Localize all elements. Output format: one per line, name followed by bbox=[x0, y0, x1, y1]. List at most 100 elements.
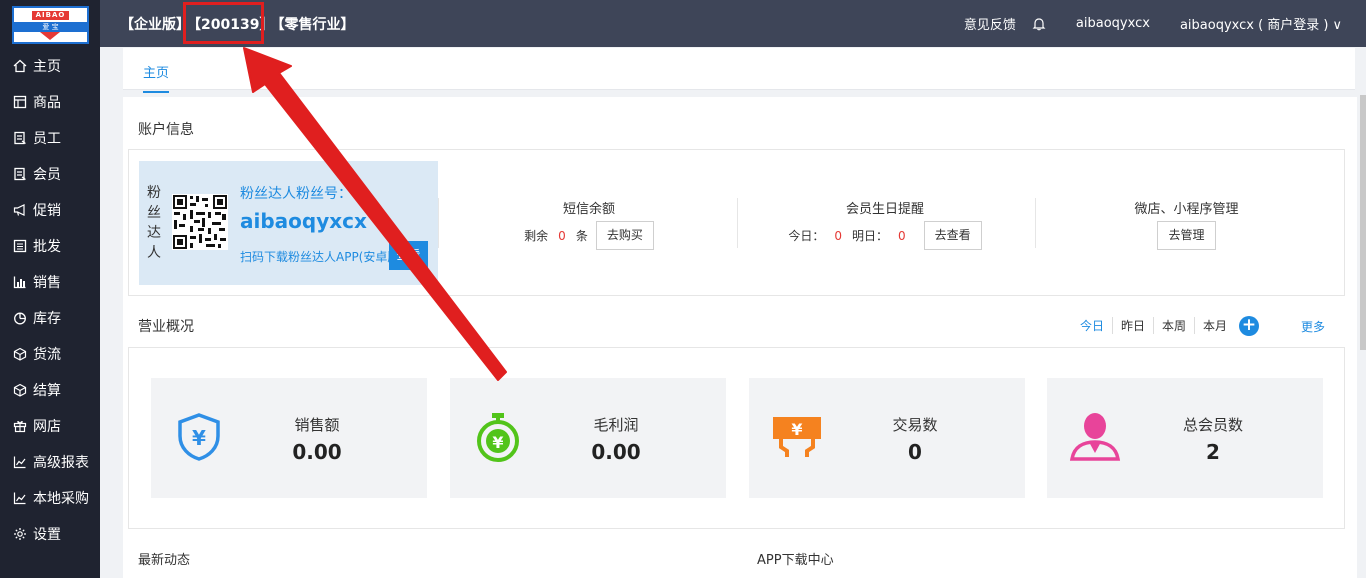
more-link[interactable]: 更多 bbox=[1301, 318, 1325, 335]
fans-card: 粉 丝 达 人 粉丝达人粉丝号： aibaoqyxcx 扫码下载粉丝达人APP(… bbox=[139, 161, 438, 285]
period-month[interactable]: 本月 bbox=[1195, 317, 1235, 334]
birthday-reminder: 会员生日提醒 今日： 0 明日： 0 去查看 bbox=[775, 198, 995, 250]
stat-label: 销售额 bbox=[294, 416, 340, 434]
app-download-title: APP下载中心 bbox=[757, 553, 834, 568]
sidebar-item-label: 网店 bbox=[33, 419, 61, 435]
stopwatch-yen-icon: ¥ bbox=[472, 411, 524, 463]
industry-label: 【零售行业】 bbox=[277, 17, 355, 33]
main-panel: 账户信息 粉 丝 达 人 粉丝达人粉丝号： aibaoqyxcx 扫码下载粉丝达… bbox=[123, 97, 1357, 578]
shield-yen-icon: ¥ bbox=[173, 411, 225, 463]
stat-label: 毛利润 bbox=[593, 416, 639, 434]
business-section-title: 营业概况 bbox=[138, 319, 194, 335]
sidebar-item-label: 库存 bbox=[33, 311, 61, 327]
buy-sms-button[interactable]: 去购买 bbox=[595, 221, 654, 250]
sidebar-item-label: 结算 bbox=[33, 383, 61, 399]
sidebar-item-label: 高级报表 bbox=[33, 455, 89, 471]
promotion-icon bbox=[13, 203, 27, 217]
gear-icon bbox=[13, 527, 27, 541]
wholesale-icon bbox=[13, 239, 27, 253]
sidebar-item-staff[interactable]: 员工 bbox=[0, 120, 100, 156]
sidebar-item-local-purchase[interactable]: 本地采购 bbox=[0, 480, 100, 516]
logo-text-top: AIBAO bbox=[32, 11, 69, 20]
view-birthday-button[interactable]: 去查看 bbox=[923, 221, 982, 250]
divider bbox=[1035, 198, 1036, 248]
bell-icon[interactable] bbox=[1032, 17, 1046, 31]
user-menu[interactable]: aibaoqyxcx ( 商户登录 ) ∨ bbox=[1180, 14, 1342, 33]
chevron-down-icon: ∨ bbox=[1332, 18, 1342, 33]
sidebar-item-wholesale[interactable]: 批发 bbox=[0, 228, 100, 264]
member-person-icon bbox=[1069, 411, 1121, 463]
today-count: 0 bbox=[834, 228, 842, 243]
stat-value: 2 bbox=[1206, 440, 1220, 464]
fans-char: 丝 bbox=[147, 205, 161, 221]
stat-card-transactions[interactable]: ¥ 交易数 0 bbox=[749, 378, 1025, 498]
manage-miniapp-button[interactable]: 去管理 bbox=[1157, 221, 1216, 250]
account-section-title: 账户信息 bbox=[138, 122, 194, 138]
stat-card-members[interactable]: 总会员数 2 bbox=[1047, 378, 1323, 498]
fans-char: 达 bbox=[147, 225, 161, 241]
report-line-icon bbox=[13, 455, 27, 469]
qr-code bbox=[172, 194, 228, 250]
sidebar-item-label: 设置 bbox=[33, 527, 61, 543]
scrollbar[interactable] bbox=[1360, 95, 1366, 350]
home-icon bbox=[13, 59, 27, 73]
stat-value: 0.00 bbox=[292, 440, 342, 464]
sidebar-nav: 主页 商品 员工 会员 促销 批发 销售 库存 货流 结算 网店 高级报表 本地… bbox=[0, 48, 100, 552]
sidebar-item-label: 员工 bbox=[33, 131, 61, 147]
sidebar-item-webshop[interactable]: 网店 bbox=[0, 408, 100, 444]
sidebar-item-sales[interactable]: 销售 bbox=[0, 264, 100, 300]
news-section-title: 最新动态 bbox=[138, 553, 191, 568]
edition-label: 【企业版】 bbox=[120, 17, 190, 33]
sidebar-item-logistics[interactable]: 货流 bbox=[0, 336, 100, 372]
period-yesterday[interactable]: 昨日 bbox=[1113, 317, 1155, 334]
fans-download-hint[interactable]: 扫码下载粉丝达人APP(安卓版) bbox=[240, 248, 400, 265]
stat-label: 总会员数 bbox=[1182, 416, 1243, 434]
fans-view-button[interactable]: 查看 bbox=[389, 241, 428, 270]
goods-icon bbox=[13, 95, 27, 109]
account-info-box: 粉 丝 达 人 粉丝达人粉丝号： aibaoqyxcx 扫码下载粉丝达人APP(… bbox=[128, 149, 1345, 296]
sidebar-item-label: 批发 bbox=[33, 239, 61, 255]
stat-value: 0 bbox=[908, 440, 922, 464]
staff-icon bbox=[13, 131, 27, 145]
feedback-link[interactable]: 意见反馈 bbox=[964, 14, 1016, 33]
period-selector: 今日 昨日 本周 本月 bbox=[1072, 317, 1235, 334]
sidebar-item-home[interactable]: 主页 bbox=[0, 48, 100, 84]
sms-suffix: 条 bbox=[575, 229, 588, 243]
purchase-line-icon bbox=[13, 491, 27, 505]
miniapp-title: 微店、小程序管理 bbox=[1134, 202, 1239, 217]
stat-card-sales[interactable]: ¥ 销售额 0.00 bbox=[151, 378, 427, 498]
top-bar: 【企业版】 【200139】 【零售行业】 意见反馈 aibaoqyxcx aiba… bbox=[100, 0, 1366, 47]
period-week[interactable]: 本周 bbox=[1154, 317, 1196, 334]
fans-title: 粉丝达人粉丝号： bbox=[240, 186, 352, 202]
sms-balance: 短信余额 剩余 0 条 去购买 bbox=[504, 198, 674, 250]
sms-title: 短信余额 bbox=[562, 202, 615, 217]
period-today[interactable]: 今日 bbox=[1072, 317, 1114, 334]
tomorrow-label: 明日： bbox=[851, 229, 888, 243]
username-link[interactable]: aibaoqyxcx bbox=[1076, 16, 1150, 31]
tab-home[interactable]: 主页 bbox=[143, 62, 170, 93]
svg-text:¥: ¥ bbox=[492, 433, 503, 452]
aibao-logo[interactable]: AIBAO 爱 宝 bbox=[12, 6, 89, 44]
fans-vertical-label: 粉 丝 达 人 bbox=[147, 183, 161, 263]
sidebar-item-advanced-report[interactable]: 高级报表 bbox=[0, 444, 100, 480]
sidebar-item-inventory[interactable]: 库存 bbox=[0, 300, 100, 336]
sidebar-item-promotion[interactable]: 促销 bbox=[0, 192, 100, 228]
sidebar-item-settlement[interactable]: 结算 bbox=[0, 372, 100, 408]
svg-text:¥: ¥ bbox=[791, 420, 802, 439]
inventory-pie-icon bbox=[13, 311, 27, 325]
sidebar-item-label: 主页 bbox=[33, 59, 61, 75]
birthday-row: 今日： 0 明日： 0 去查看 bbox=[775, 221, 995, 250]
stat-value: 0.00 bbox=[591, 440, 641, 464]
stat-label: 交易数 bbox=[892, 416, 938, 434]
stat-card-profit[interactable]: ¥ 毛利润 0.00 bbox=[450, 378, 726, 498]
login-info: aibaoqyxcx ( 商户登录 ) bbox=[1179, 18, 1329, 33]
add-period-button[interactable]: + bbox=[1239, 316, 1259, 336]
sidebar-item-settings[interactable]: 设置 bbox=[0, 516, 100, 552]
logo-text-mid: 爱 宝 bbox=[14, 22, 87, 32]
sidebar-item-label: 销售 bbox=[33, 275, 61, 291]
tab-bar: 主页 bbox=[123, 48, 1355, 93]
sidebar-item-goods[interactable]: 商品 bbox=[0, 84, 100, 120]
logistics-cube-icon bbox=[13, 347, 27, 361]
gift-shop-icon bbox=[13, 419, 27, 433]
sidebar-item-member[interactable]: 会员 bbox=[0, 156, 100, 192]
